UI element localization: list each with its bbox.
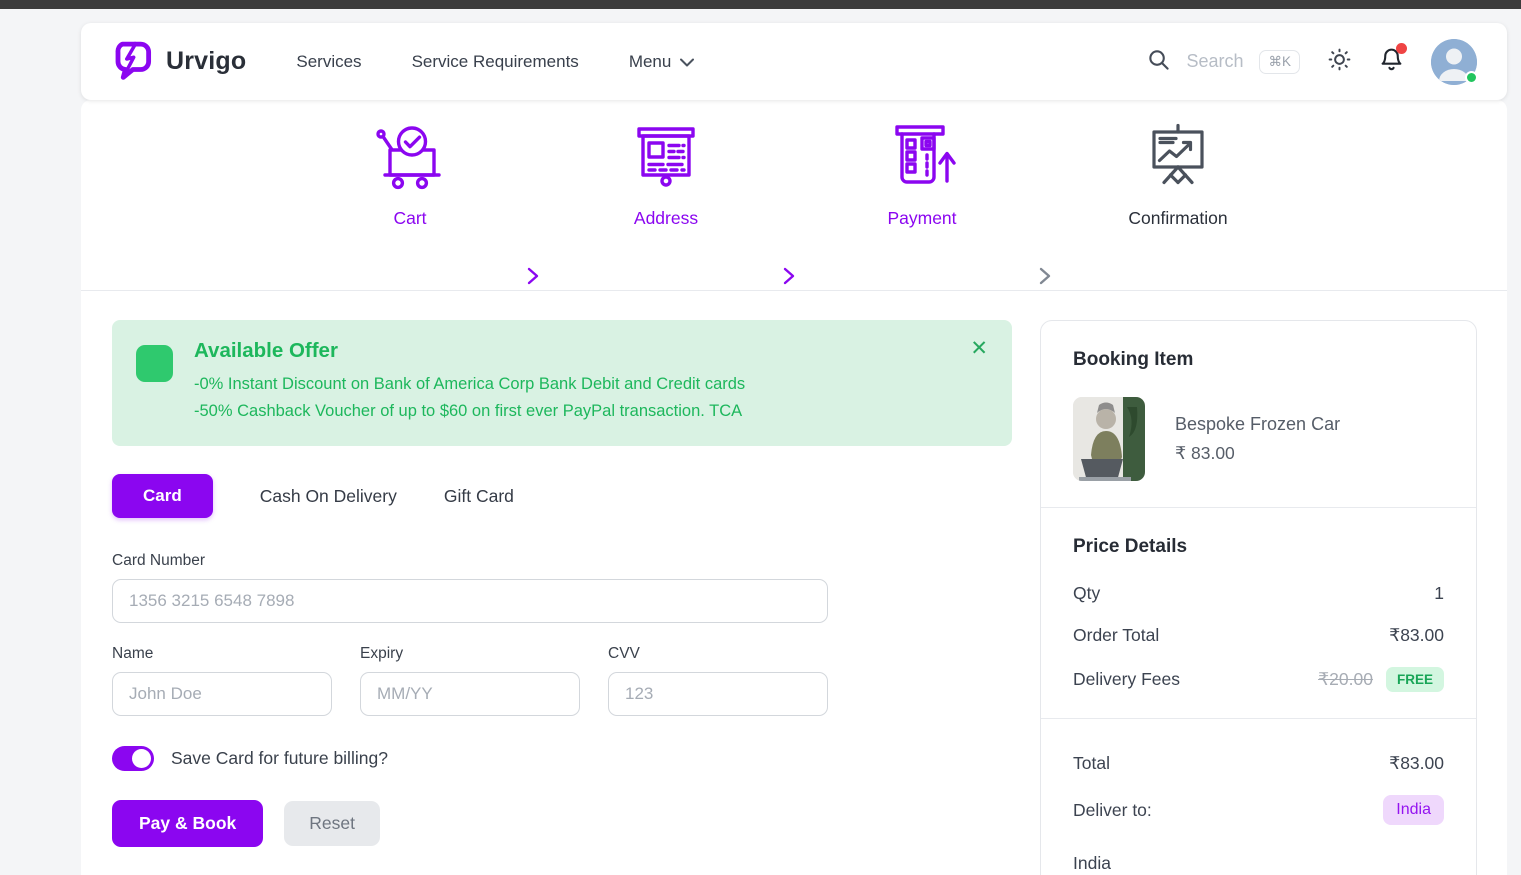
price-details-section: Price Details Qty 1 Order Total ₹83.00 D…: [1041, 508, 1476, 718]
price-row-order-total: Order Total ₹83.00: [1073, 625, 1444, 646]
chevron-down-icon: [680, 52, 694, 72]
brand[interactable]: Urvigo: [111, 38, 246, 85]
address-card-icon: [581, 118, 751, 194]
booking-item-row: Bespoke Frozen Car ₹ 83.00: [1073, 397, 1444, 481]
menu-label: Menu: [629, 52, 672, 72]
card-number-input[interactable]: [112, 579, 828, 623]
delivery-fees-label: Delivery Fees: [1073, 669, 1180, 690]
offer-title: Available Offer: [194, 339, 745, 363]
qty-value: 1: [1434, 583, 1444, 604]
free-badge: FREE: [1386, 667, 1444, 692]
tab-gift-card[interactable]: Gift Card: [444, 486, 514, 507]
booking-item-price: ₹ 83.00: [1175, 443, 1340, 464]
order-total-label: Order Total: [1073, 625, 1159, 646]
step-address[interactable]: Address: [581, 118, 751, 229]
qty-label: Qty: [1073, 583, 1100, 604]
order-summary-card: Booking Item Bespoke Frozen Ca: [1040, 320, 1477, 875]
urvigo-logo-icon: [111, 38, 153, 85]
toggle-knob: [132, 749, 151, 768]
save-card-toggle[interactable]: [112, 746, 154, 771]
booking-item-heading: Booking Item: [1073, 349, 1444, 371]
step-chevron-icon: [526, 266, 540, 291]
pay-and-book-button[interactable]: Pay & Book: [112, 800, 263, 847]
address-country: India: [1073, 853, 1444, 874]
confirmation-board-icon: [1093, 118, 1263, 194]
theme-toggle-button[interactable]: [1327, 47, 1352, 77]
step-chevron-icon: [1038, 266, 1052, 291]
save-card-label: Save Card for future billing?: [171, 748, 388, 769]
payment-machine-icon: [837, 118, 1007, 194]
brand-name: Urvigo: [166, 47, 246, 76]
main-surface: Cart Address: [81, 100, 1507, 875]
total-value: ₹83.00: [1389, 753, 1444, 774]
tab-card[interactable]: Card: [112, 474, 213, 518]
nav-link-services[interactable]: Services: [296, 52, 361, 72]
notification-dot: [1396, 43, 1407, 54]
price-details-heading: Price Details: [1073, 536, 1444, 558]
cvv-input[interactable]: [608, 672, 828, 716]
price-row-delivery-fees: Delivery Fees ₹20.00 FREE: [1073, 667, 1444, 692]
browser-top-bar: [0, 0, 1521, 9]
expiry-label: Expiry: [360, 645, 580, 663]
navbar: Urvigo Services Service Requirements Men…: [81, 23, 1507, 100]
reset-button[interactable]: Reset: [284, 801, 380, 846]
card-number-label: Card Number: [112, 552, 828, 570]
expiry-input[interactable]: [360, 672, 580, 716]
notifications-button[interactable]: [1379, 46, 1404, 77]
checkout-stepper: Cart Address: [81, 100, 1507, 291]
step-cart[interactable]: Cart: [325, 118, 495, 229]
search-placeholder-text: Search: [1186, 51, 1243, 72]
name-label: Name: [112, 645, 332, 663]
nav-link-service-requirements[interactable]: Service Requirements: [412, 52, 579, 72]
payment-form-column: Available Offer -0% Instant Discount on …: [112, 320, 1012, 847]
offer-line-2: -50% Cashback Voucher of up to $60 on fi…: [194, 398, 745, 425]
deliver-to-label: Deliver to:: [1073, 800, 1152, 821]
booking-item-image: [1073, 397, 1145, 481]
delivery-fees-struck-value: ₹20.00: [1318, 669, 1373, 690]
offer-line-1: -0% Instant Discount on Bank of America …: [194, 371, 745, 398]
step-chevron-icon: [782, 266, 796, 291]
search-shortcut-kbd: ⌘K: [1259, 50, 1300, 74]
step-label-cart: Cart: [325, 208, 495, 229]
offer-banner: Available Offer -0% Instant Discount on …: [112, 320, 1012, 446]
price-row-qty: Qty 1: [1073, 583, 1444, 604]
tab-cash-on-delivery[interactable]: Cash On Delivery: [260, 486, 397, 507]
step-payment[interactable]: Payment: [837, 118, 1007, 229]
deliver-to-row: Deliver to: India: [1073, 795, 1444, 825]
sun-icon: [1327, 47, 1352, 77]
deliver-to-country-badge: India: [1383, 795, 1444, 825]
total-label: Total: [1073, 753, 1110, 774]
search-trigger[interactable]: Search ⌘K: [1147, 48, 1300, 76]
order-total-value: ₹83.00: [1389, 625, 1444, 646]
step-confirmation[interactable]: Confirmation: [1093, 118, 1263, 229]
navbar-right: Search ⌘K: [1147, 39, 1477, 85]
nav-link-menu[interactable]: Menu: [629, 52, 695, 72]
user-avatar[interactable]: [1431, 39, 1477, 85]
step-label-payment: Payment: [837, 208, 1007, 229]
name-input[interactable]: [112, 672, 332, 716]
step-label-address: Address: [581, 208, 751, 229]
offer-close-icon[interactable]: ✕: [970, 338, 988, 359]
offer-icon: [136, 345, 173, 382]
cvv-label: CVV: [608, 645, 828, 663]
nav-links: Services Service Requirements Menu: [296, 52, 694, 72]
total-section: Total ₹83.00 Deliver to: India India vcf…: [1041, 719, 1476, 875]
search-icon: [1147, 48, 1170, 76]
cart-check-icon: [325, 118, 495, 194]
step-label-confirmation: Confirmation: [1093, 208, 1263, 229]
online-status-dot: [1465, 71, 1478, 84]
booking-item-name: Bespoke Frozen Car: [1175, 414, 1340, 435]
payment-method-tabs: Card Cash On Delivery Gift Card: [112, 474, 1012, 518]
total-row: Total ₹83.00: [1073, 753, 1444, 774]
booking-item-section: Booking Item Bespoke Frozen Ca: [1041, 321, 1476, 507]
